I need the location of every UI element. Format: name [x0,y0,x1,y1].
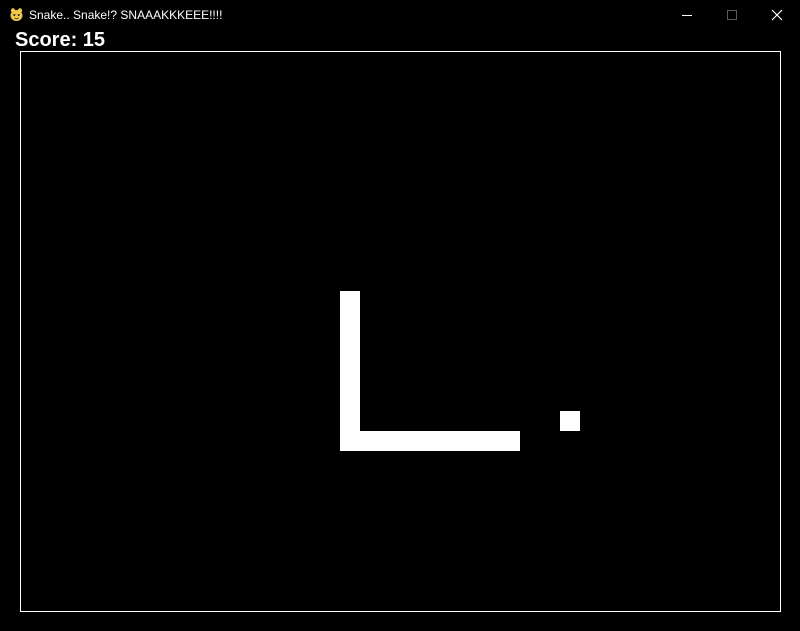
title-bar[interactable]: Snake.. Snake!? SNAAAKKKEEE!!!! [0,0,800,30]
window-title: Snake.. Snake!? SNAAAKKKEEE!!!! [29,8,223,22]
close-icon [771,9,783,21]
close-button[interactable] [754,0,800,30]
game-board [20,51,781,612]
maximize-button[interactable] [709,0,755,30]
snake-segment-horizontal [340,431,520,451]
minimize-button[interactable] [664,0,710,30]
snake-segment-vertical [340,291,360,451]
game-window: Snake.. Snake!? SNAAAKKKEEE!!!! Score: 1… [0,0,800,631]
score-label: Score: 15 [15,29,106,51]
pygame-snake-icon [10,8,23,21]
minimize-icon [682,15,692,16]
food-pellet [560,411,580,431]
maximize-icon [727,10,737,20]
